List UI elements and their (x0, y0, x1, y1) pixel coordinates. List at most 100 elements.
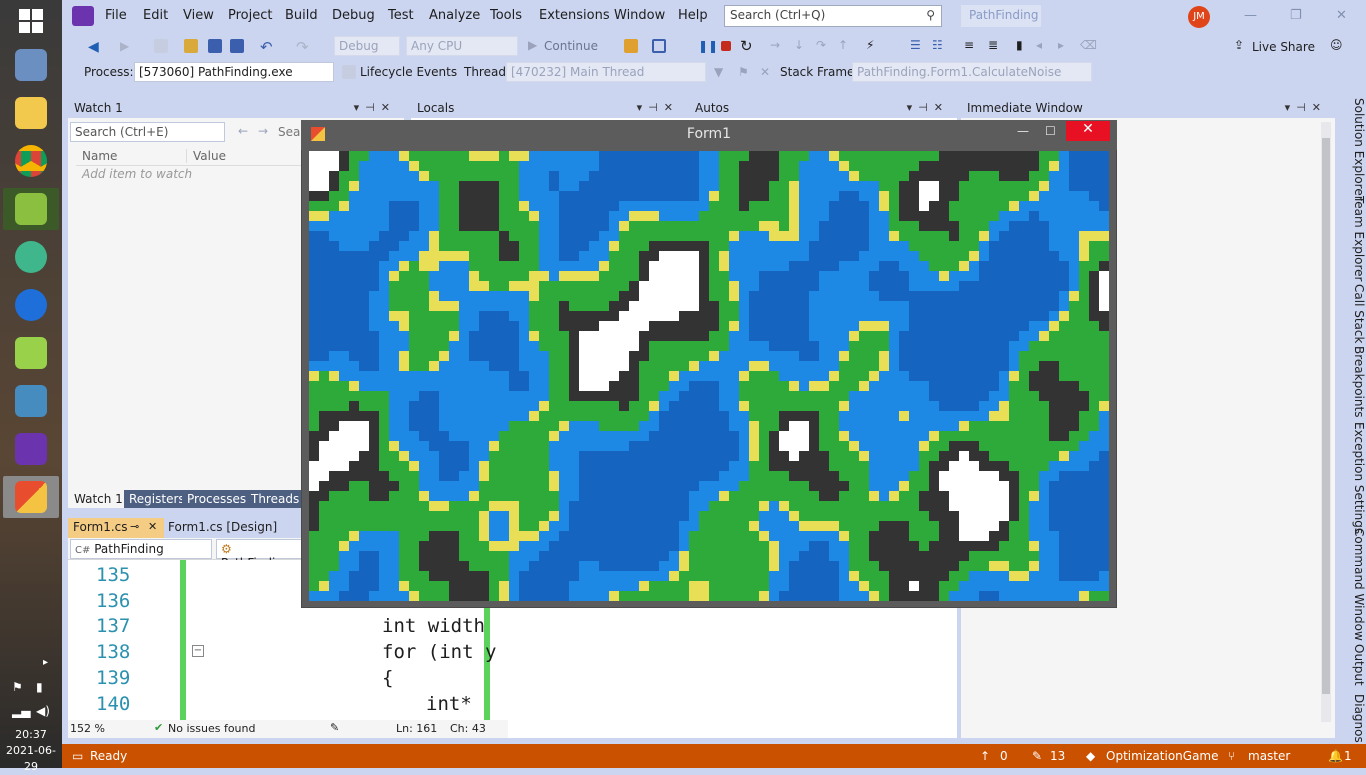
feedback-icon[interactable]: ☺ (1330, 38, 1344, 52)
tab-watch1[interactable]: Watch 1 (68, 490, 129, 508)
menu-help[interactable]: Help (678, 8, 708, 23)
menu-window[interactable]: Window (614, 8, 665, 23)
taskbar-notepad[interactable] (3, 332, 59, 374)
side-tab-diagnostics[interactable]: Diagnos (1342, 694, 1366, 743)
menu-file[interactable]: File (105, 8, 127, 23)
menu-extensions[interactable]: Extensions (539, 8, 610, 23)
save-all-icon[interactable] (230, 39, 244, 53)
status-changes[interactable]: 13 (1050, 749, 1065, 763)
pause-icon[interactable]: ❚❚ (698, 39, 718, 53)
search-forward-icon[interactable]: → (258, 124, 268, 138)
hot-reload-icon[interactable]: ⚡ (866, 38, 880, 52)
save-icon[interactable] (208, 39, 222, 53)
collapse-icon[interactable]: − (192, 645, 204, 657)
bookmark-icon[interactable]: ▮ (1016, 38, 1030, 52)
tray-expand-icon[interactable]: ▸ (43, 657, 48, 668)
side-tab-team-explorer[interactable]: Team Explorer (1342, 196, 1366, 282)
taskbar-form-app[interactable] (3, 476, 59, 518)
side-tab-breakpoints[interactable]: Breakpoints (1342, 346, 1366, 417)
thread-dropdown[interactable]: [470232] Main Thread (506, 62, 706, 82)
side-tab-solution-explorer[interactable]: Solution Explorer (1342, 98, 1366, 201)
live-share-button[interactable]: Live Share (1252, 40, 1315, 54)
tab-threads[interactable]: Threads (246, 490, 305, 508)
search-box[interactable]: Search (Ctrl+Q) ⚲ (724, 5, 942, 27)
filter-icon[interactable]: ▼ (714, 65, 728, 79)
forward-icon[interactable]: ▶ (120, 39, 134, 53)
prev-bookmark-icon[interactable]: ◂ (1036, 38, 1050, 52)
menu-view[interactable]: View (183, 8, 214, 23)
immediate-scrollbar[interactable] (1321, 122, 1331, 722)
continue-button[interactable]: Continue (544, 39, 598, 53)
status-comment-icon[interactable]: ▭ (72, 749, 83, 763)
show-next-statement-icon[interactable]: → (770, 38, 784, 52)
step-over-icon[interactable]: ↷ (816, 38, 830, 52)
tray-battery-icon[interactable]: ▮ (36, 680, 43, 694)
type-nav-dropdown[interactable]: ⚙ PathFinding (216, 539, 306, 570)
menu-test[interactable]: Test (388, 8, 414, 23)
lifecycle-events-button[interactable]: Lifecycle Events (360, 65, 457, 79)
tray-network-icon[interactable]: ▂▄ (12, 704, 30, 718)
indent-icon[interactable]: ≡ (964, 38, 978, 52)
platform-dropdown[interactable]: Any CPU (406, 36, 518, 56)
scroll-thumb[interactable] (1322, 138, 1330, 694)
panel-options-icon[interactable]: ▾⊣✕ (637, 101, 679, 114)
brush-icon[interactable]: ✎ (330, 721, 339, 734)
taskbar-godot[interactable] (3, 380, 59, 422)
tab-registers[interactable]: Registers (124, 490, 190, 508)
user-avatar[interactable]: JM (1188, 6, 1210, 28)
line-indicator[interactable]: Ln: 161 (396, 722, 437, 735)
outdent-icon[interactable]: ≣ (988, 38, 1002, 52)
new-item-icon[interactable] (154, 39, 168, 53)
step-into-icon[interactable]: ↓ (794, 38, 808, 52)
attach-process-icon[interactable] (624, 39, 638, 53)
next-bookmark-icon[interactable]: ▸ (1058, 38, 1072, 52)
tab-form1-design[interactable]: Form1.cs [Design] (168, 520, 277, 534)
noise-map-canvas[interactable] (309, 151, 1109, 601)
side-tab-exception-settings[interactable]: Exception Settings (1342, 422, 1366, 534)
pin-icon[interactable]: ⊸ (130, 520, 139, 533)
clear-bookmarks-icon[interactable]: ⌫ (1080, 38, 1097, 52)
taskbar-file-explorer[interactable] (3, 92, 59, 134)
menu-project[interactable]: Project (228, 8, 272, 23)
menu-build[interactable]: Build (285, 8, 318, 23)
watch-search-input[interactable]: Search (Ctrl+E) (70, 122, 225, 142)
restart-icon[interactable]: ↻ (740, 37, 754, 55)
panel-options-icon[interactable]: ▾⊣✕ (354, 101, 396, 114)
search-back-icon[interactable]: ← (238, 124, 248, 138)
form-maximize-icon[interactable]: ☐ (1045, 124, 1056, 138)
column-value[interactable]: Value (186, 149, 226, 163)
side-tab-command-window[interactable]: Command Window (1342, 528, 1366, 641)
back-icon[interactable]: ◀ (88, 39, 102, 55)
status-repo[interactable]: OptimizationGame (1106, 749, 1219, 763)
stop-icon[interactable] (721, 41, 731, 51)
tray-flag-icon[interactable]: ⚑ (12, 680, 23, 694)
issues-status[interactable]: No issues found (168, 722, 255, 735)
side-tab-output[interactable]: Output (1342, 644, 1366, 686)
char-indicator[interactable]: Ch: 43 (450, 722, 486, 735)
tab-close-icon[interactable]: ✕ (148, 520, 157, 533)
open-file-icon[interactable] (184, 39, 198, 53)
toggle-comment-icon[interactable]: ☰ (910, 38, 924, 52)
redo-icon[interactable]: ↷ (296, 38, 310, 56)
add-watch-item[interactable]: Add item to watch (82, 167, 192, 181)
status-notifications[interactable]: 1 (1344, 749, 1352, 763)
panel-options-icon[interactable]: ▾⊣✕ (907, 101, 949, 114)
tab-processes[interactable]: Processes (182, 490, 252, 508)
taskbar-maps[interactable] (3, 284, 59, 326)
status-branch[interactable]: master (1248, 749, 1290, 763)
taskbar-task-manager[interactable] (3, 44, 59, 86)
menu-analyze[interactable]: Analyze (429, 8, 480, 23)
taskbar-atom[interactable] (3, 236, 59, 278)
process-dropdown[interactable]: [573060] PathFinding.exe (134, 62, 334, 82)
minimize-icon[interactable]: — (1244, 8, 1257, 23)
menu-edit[interactable]: Edit (143, 8, 168, 23)
status-unpushed[interactable]: 0 (1000, 749, 1008, 763)
config-dropdown[interactable]: Debug (334, 36, 400, 56)
taskbar-chrome[interactable] (3, 140, 59, 182)
menu-tools[interactable]: Tools (490, 8, 522, 23)
column-name[interactable]: Name (82, 149, 117, 163)
form-minimize-icon[interactable]: — (1017, 124, 1029, 138)
restore-icon[interactable]: ❐ (1290, 8, 1302, 23)
stackframe-dropdown[interactable]: PathFinding.Form1.CalculateNoise (852, 62, 1092, 82)
uncomment-icon[interactable]: ☷ (932, 38, 946, 52)
